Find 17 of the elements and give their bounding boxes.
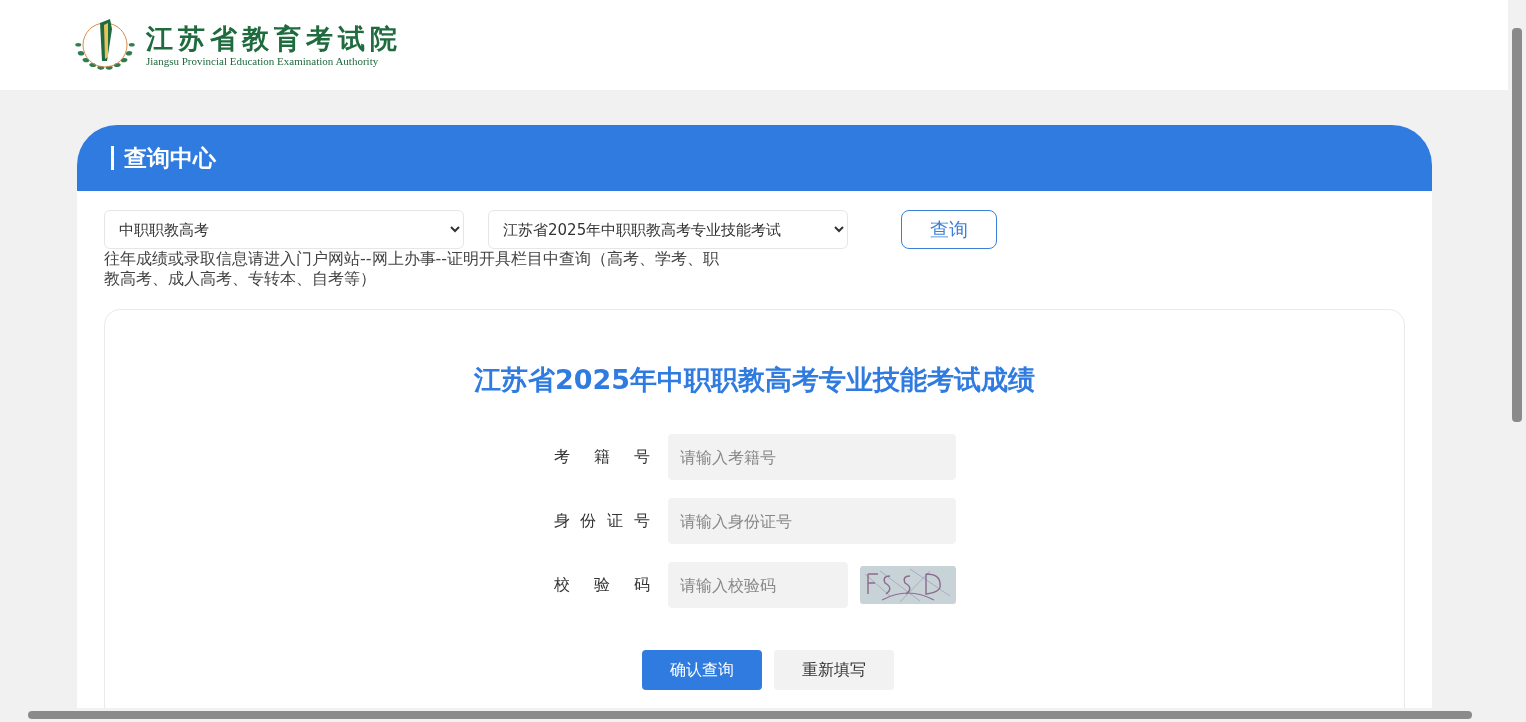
captcha-input-field[interactable]: 请输入校验码 xyxy=(667,562,848,608)
form-title: 江苏省2025年中职职教高考专业技能考试成绩 xyxy=(473,363,1036,397)
query-button[interactable]: 查询 xyxy=(901,210,997,249)
logo-title: 江苏省教育考试院 xyxy=(146,23,402,55)
field-label: 校验码 xyxy=(553,574,650,596)
text-input-field[interactable]: 请输入考籍号 xyxy=(667,434,956,480)
reset-button[interactable]: 重新填写 xyxy=(774,650,894,690)
field-label: 考籍号 xyxy=(553,446,650,468)
submit-button[interactable]: 确认查询 xyxy=(642,650,762,690)
dropdown-select[interactable]: 江苏省2025年中职职教高考专业技能考试 xyxy=(488,210,848,249)
panel-title: 查询中心 xyxy=(111,146,216,170)
notice-text: 往年成绩或录取信息请进入门户网站--网上办事--证明开具栏目中查询（高考、学考、职教高考、成人高考、专转本、自考等） xyxy=(104,249,721,289)
field-label: 身份证号 xyxy=(553,510,650,532)
dropdown-select[interactable]: 中职职教高考 xyxy=(104,210,464,249)
captcha-image[interactable] xyxy=(859,566,956,604)
logo-subtitle: Jiangsu Provincial Education Examination Authority xyxy=(146,55,380,67)
text-input-field[interactable]: 请输入身份证号 xyxy=(667,498,956,544)
